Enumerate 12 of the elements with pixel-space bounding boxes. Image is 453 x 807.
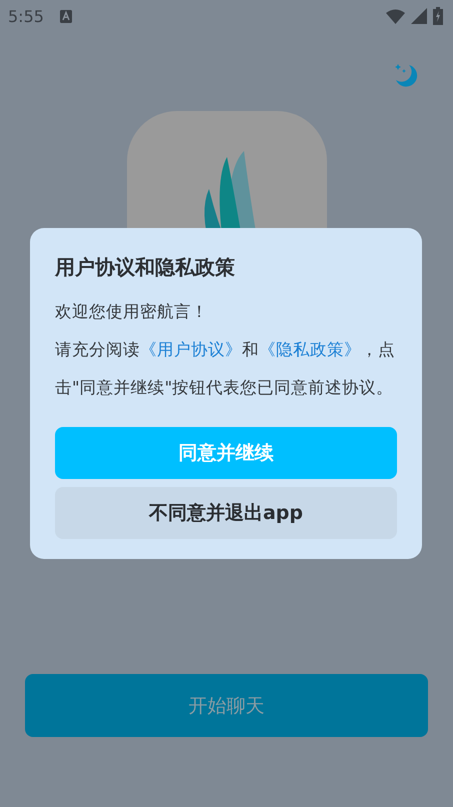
privacy-policy-link[interactable]: 《隐私政策》 bbox=[259, 340, 361, 359]
greeting-text: 欢迎您使用密航言！ bbox=[55, 301, 209, 323]
dialog-title: 用户协议和隐私政策 bbox=[55, 254, 236, 281]
signal-icon bbox=[411, 8, 427, 24]
agree-button[interactable]: 同意并继续 bbox=[55, 427, 397, 479]
user-agreement-link[interactable]: 《用户协议》 bbox=[140, 340, 242, 359]
battery-icon bbox=[433, 7, 443, 25]
notification-icon bbox=[60, 10, 72, 22]
agreement-text: 请充分阅读《用户协议》和《隐私政策》，点击"同意并继续"按钮代表您已同意前述协议。 bbox=[55, 339, 396, 399]
decline-button[interactable]: 不同意并退出app bbox=[55, 487, 397, 539]
status-time: 5:55 bbox=[8, 6, 44, 26]
wifi-icon bbox=[386, 8, 405, 24]
